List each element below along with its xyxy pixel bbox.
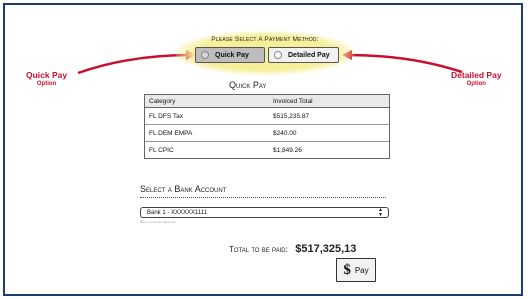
detailed-pay-option[interactable]: Detailed Pay	[268, 47, 339, 63]
category-cell: FL DEM EMPA	[149, 129, 193, 137]
divider	[140, 197, 386, 198]
callout-subtitle: Option	[466, 80, 486, 87]
bank-hint: Select existing bank info	[140, 220, 177, 224]
callout-subtitle: Option	[36, 80, 57, 87]
column-header: Invoiced Total	[273, 97, 313, 105]
select-arrows-icon: ▲ ▼	[378, 207, 383, 218]
pay-button[interactable]: $ Pay	[336, 258, 376, 282]
total-label: Total to be paid:	[229, 245, 288, 254]
total-amount: $517,325,13	[295, 243, 357, 255]
pay-label: Pay	[354, 265, 369, 275]
invoice-table: Category Invoiced Total FL DFS Tax $515,…	[144, 94, 390, 159]
payment-method-title: Please Select A Payment Method:	[211, 36, 319, 43]
radio-icon[interactable]	[201, 51, 209, 59]
table-row: FL DEM EMPA $240.00	[145, 125, 389, 142]
total-cell: $1,849.26	[273, 146, 302, 154]
table-row: FL DFS Tax $515,235.87	[145, 108, 389, 125]
detailed-pay-label: Detailed Pay	[288, 51, 330, 59]
radio-icon[interactable]	[274, 51, 282, 59]
total-due: Total to be paid: $517,325,13	[229, 239, 356, 257]
total-cell: $515,235.87	[273, 112, 310, 120]
quick-pay-label: Quick Pay	[215, 51, 249, 59]
category-cell: FL DFS Tax	[149, 112, 183, 120]
bank-account-title: Select a Bank Account	[140, 184, 227, 194]
category-cell: FL CPIC	[149, 146, 174, 154]
bank-account-value: Bank 1 - XXXXXX1111	[147, 209, 208, 216]
detailed-pay-callout: Detailed Pay Option	[451, 71, 502, 87]
table-row: FL CPIC $1,849.26	[145, 142, 389, 158]
column-header: Category	[149, 97, 176, 105]
callout-title: Quick Pay	[26, 70, 68, 80]
quick-pay-callout: Quick Pay Option	[26, 71, 67, 87]
table-header: Category Invoiced Total	[145, 95, 389, 108]
bank-account-select[interactable]: Bank 1 - XXXXXX1111 ▲ ▼	[140, 207, 389, 218]
quick-pay-option[interactable]: Quick Pay	[195, 47, 265, 63]
dollar-icon: $	[343, 261, 351, 278]
quick-pay-title: Quick Pay	[229, 80, 267, 90]
total-cell: $240.00	[273, 129, 297, 137]
callout-title: Detailed Pay	[451, 70, 502, 80]
